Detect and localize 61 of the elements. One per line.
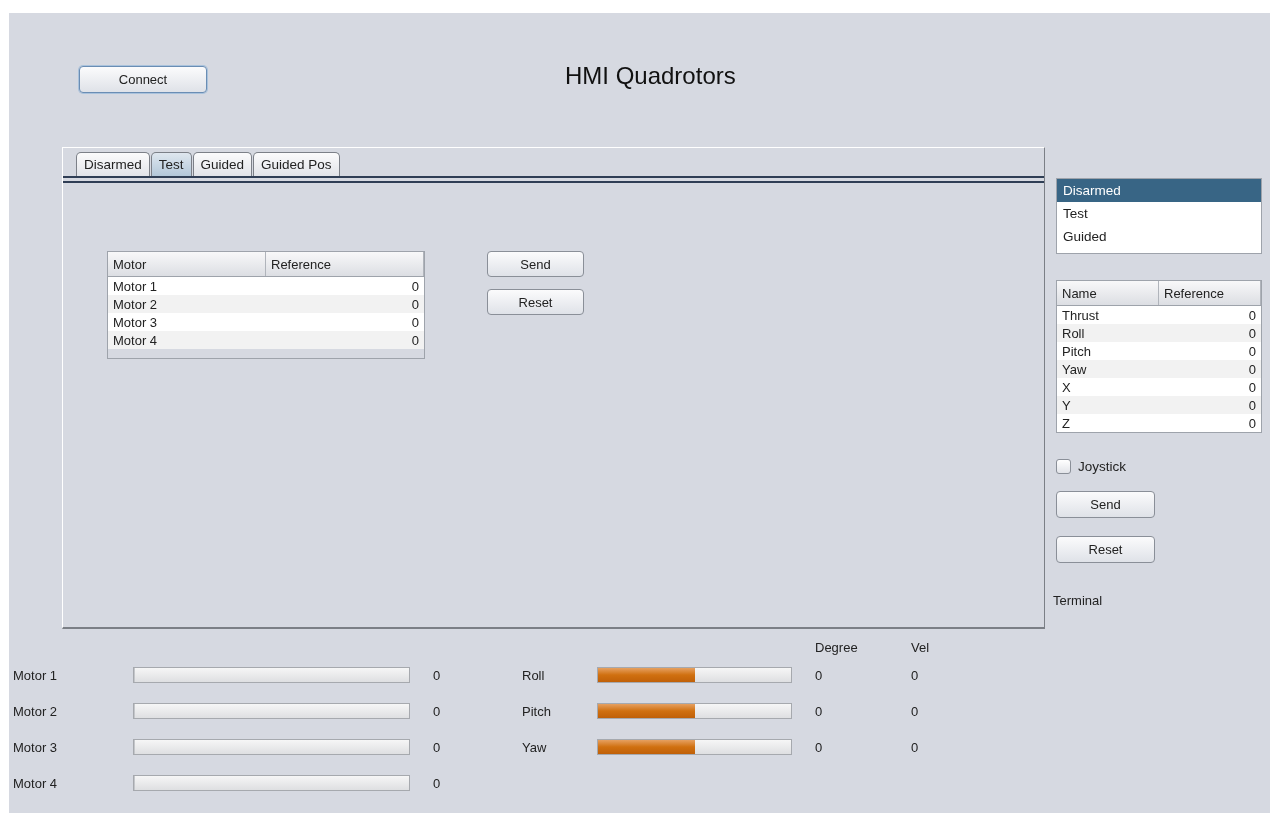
motor-value: 0 <box>433 775 441 791</box>
joystick-checkbox[interactable] <box>1056 459 1071 474</box>
table-cell-text: 0 <box>1247 361 1257 377</box>
table-cell-text: Thrust <box>1061 307 1100 323</box>
table-cell-text: Y <box>1061 397 1072 413</box>
table-cell-text: Roll <box>1061 325 1086 341</box>
column-header: Vel <box>911 639 930 655</box>
table-cell-text: Motor 3 <box>112 314 159 330</box>
table-cell-text: 0 <box>1247 415 1257 431</box>
table-cell-text: Motor 1 <box>112 278 159 294</box>
motor-value: 0 <box>433 739 441 755</box>
column-header[interactable]: Reference <box>1159 281 1261 305</box>
table-cell-text: 0 <box>1247 379 1257 395</box>
reset-button[interactable]: Reset <box>487 289 584 315</box>
column-header[interactable]: Motor <box>108 252 266 276</box>
degree-value: 0 <box>815 667 824 683</box>
send-button[interactable]: Send <box>487 251 584 277</box>
terminal-label: Terminal <box>1053 593 1104 608</box>
table-cell-text: 0 <box>1247 397 1257 413</box>
table-cell-text: Yaw <box>1061 361 1088 377</box>
connect-button[interactable]: Connect <box>79 66 207 93</box>
attitude-label: Yaw <box>522 739 548 755</box>
velocity-value: 0 <box>911 739 919 755</box>
table-cell-text: 0 <box>410 314 420 330</box>
attitude-label: Roll <box>522 667 546 683</box>
column-header[interactable]: Reference <box>266 252 424 276</box>
velocity-value: 0 <box>911 667 919 683</box>
attitude-label: Pitch <box>522 703 552 719</box>
column-header[interactable]: Name <box>1057 281 1159 305</box>
list-item[interactable]: Test <box>1057 202 1261 225</box>
motor-value: 0 <box>433 703 441 719</box>
table-cell-text: 0 <box>1247 343 1257 359</box>
table-cell-text: Motor 2 <box>112 296 159 312</box>
motor-label: Motor 1 <box>13 667 59 683</box>
velocity-value: 0 <box>911 703 919 719</box>
degree-value: 0 <box>815 739 824 755</box>
tab[interactable]: Test <box>150 152 192 176</box>
tab[interactable]: Guided Pos <box>253 152 340 176</box>
degree-value: 0 <box>815 703 824 719</box>
table-cell-text: 0 <box>410 332 420 348</box>
tab[interactable]: Disarmed <box>76 152 150 176</box>
table-cell-text: 0 <box>1247 307 1257 323</box>
table-cell-text: X <box>1061 379 1072 395</box>
table-cell-text: 0 <box>1247 325 1257 341</box>
reset-button[interactable]: Reset <box>1056 536 1155 563</box>
checkbox-label: Joystick <box>1078 459 1126 474</box>
motor-label: Motor 4 <box>13 775 59 791</box>
tab[interactable]: Guided <box>192 152 253 176</box>
column-header: Degree <box>815 639 859 655</box>
table-cell-text: 0 <box>410 296 420 312</box>
motor-label: Motor 3 <box>13 739 59 755</box>
table-cell-text: Pitch <box>1061 343 1092 359</box>
table-cell-text: Z <box>1061 415 1071 431</box>
list-item[interactable]: Disarmed <box>1057 179 1261 202</box>
motor-label: Motor 2 <box>13 703 59 719</box>
app-title: HMI Quadrotors <box>565 62 736 90</box>
table-cell-text: 0 <box>410 278 420 294</box>
send-button[interactable]: Send <box>1056 491 1155 518</box>
list-item[interactable]: Guided <box>1057 225 1261 248</box>
motor-value: 0 <box>433 667 441 683</box>
table-cell-text: Motor 4 <box>112 332 159 348</box>
